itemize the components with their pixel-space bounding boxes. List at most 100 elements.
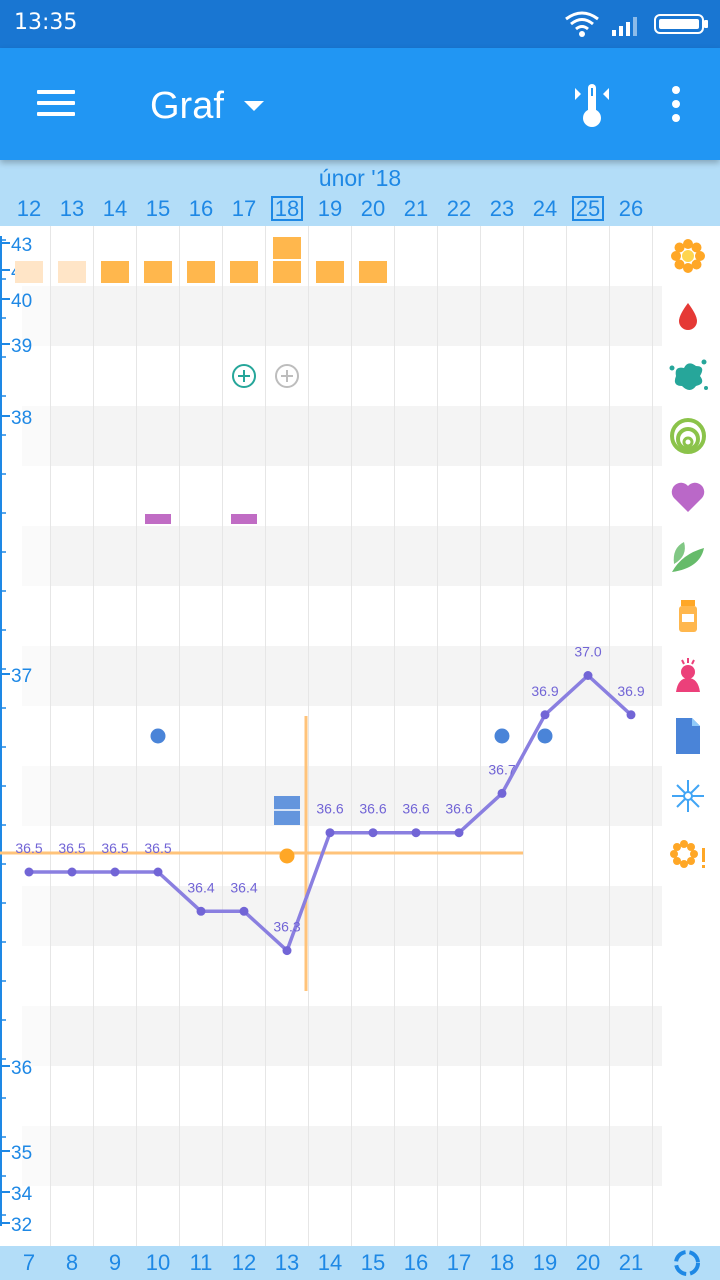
cycle-day-label[interactable]: 8 <box>56 1250 88 1276</box>
y-tick-label: 40 <box>11 291 32 312</box>
flower-icon[interactable] <box>666 234 710 278</box>
period-square <box>273 261 301 283</box>
temperature-label: 36.5 <box>58 840 85 856</box>
temperature-point <box>497 788 507 798</box>
period-square <box>273 237 301 259</box>
cycle-day-label[interactable]: 14 <box>314 1250 346 1276</box>
y-tick-label: 37 <box>11 666 32 687</box>
y-tick-label: 39 <box>11 336 32 357</box>
leaf-icon[interactable] <box>666 534 710 578</box>
temperature-label: 36.7 <box>488 761 515 777</box>
period-square <box>15 261 43 283</box>
thermometer-icon[interactable] <box>566 78 618 130</box>
y-axis-backdrop <box>0 226 50 1246</box>
intercourse-bar <box>231 514 257 524</box>
view-selector[interactable]: Graf <box>150 78 264 134</box>
battery-icon <box>654 14 708 34</box>
top-day-label[interactable]: 23 <box>486 196 518 222</box>
top-day-label[interactable]: 25 <box>572 196 604 221</box>
top-day-label[interactable]: 12 <box>13 196 45 222</box>
period-square <box>144 261 172 283</box>
cycle-day-label[interactable]: 13 <box>271 1250 303 1276</box>
temperature-point <box>540 710 550 720</box>
overflow-menu-icon[interactable] <box>656 78 696 130</box>
y-tick-label: 36 <box>11 1058 32 1079</box>
drop-icon[interactable] <box>666 295 710 339</box>
temperature-point <box>583 671 593 680</box>
temperature-point <box>454 828 464 838</box>
cycle-chart[interactable]: 4341403938373635343236.536.536.536.536.4… <box>0 226 720 1246</box>
cycle-day-label[interactable]: 21 <box>615 1250 647 1276</box>
cycle-day-label[interactable]: 18 <box>486 1250 518 1276</box>
sparkle-icon[interactable] <box>666 774 710 818</box>
status-bar: 13:35 <box>0 0 720 48</box>
temperature-label: 36.3 <box>273 919 300 935</box>
temperature-point <box>110 867 120 877</box>
mucus-dot <box>537 728 553 744</box>
temperature-point <box>239 906 249 916</box>
temperature-point <box>67 867 77 877</box>
top-day-label[interactable]: 17 <box>228 196 260 222</box>
intercourse-bar <box>145 514 171 524</box>
app-bar: Graf <box>0 48 720 160</box>
cycle-day-label[interactable]: 7 <box>13 1250 45 1276</box>
top-day-label[interactable]: 26 <box>615 196 647 222</box>
ovulation-dot <box>279 848 295 864</box>
cycle-day-label[interactable]: 15 <box>357 1250 389 1276</box>
temperature-label: 36.4 <box>230 879 257 895</box>
cycle-day-label[interactable]: 16 <box>400 1250 432 1276</box>
temperature-label: 37.0 <box>574 644 601 660</box>
app-title: Graf <box>150 84 224 127</box>
rings-icon[interactable] <box>666 414 710 458</box>
period-square <box>230 261 258 283</box>
cycle-day-label[interactable]: 17 <box>443 1250 475 1276</box>
heart-icon[interactable] <box>666 474 710 518</box>
signal-icon <box>612 17 637 36</box>
splash-icon[interactable] <box>666 354 710 398</box>
temperature-point <box>282 946 292 956</box>
status-time: 13:35 <box>14 10 78 35</box>
top-day-label[interactable]: 15 <box>142 196 174 222</box>
temperature-point <box>368 828 378 838</box>
person-icon[interactable] <box>666 654 710 698</box>
sync-icon[interactable] <box>664 1246 710 1280</box>
temperature-label: 36.6 <box>359 801 386 817</box>
period-square <box>187 261 215 283</box>
grid-lines <box>50 226 653 1246</box>
top-day-label[interactable]: 16 <box>185 196 217 222</box>
menu-button[interactable] <box>24 76 88 132</box>
top-day-label[interactable]: 19 <box>314 196 346 222</box>
top-day-label[interactable]: 13 <box>56 196 88 222</box>
y-tick-label: 38 <box>11 408 32 429</box>
temperature-point <box>24 867 34 877</box>
document-icon[interactable] <box>666 714 710 758</box>
cycle-day-label[interactable]: 11 <box>185 1250 217 1276</box>
temperature-point <box>153 867 163 877</box>
cycle-day-label[interactable]: 19 <box>529 1250 561 1276</box>
top-day-label[interactable]: 14 <box>99 196 131 222</box>
period-square <box>58 261 86 283</box>
temperature-point <box>411 828 421 838</box>
plus-circle-icon <box>232 364 256 388</box>
flower-alert-icon[interactable] <box>666 834 710 878</box>
note-marker <box>274 796 300 825</box>
cycle-day-label[interactable]: 20 <box>572 1250 604 1276</box>
cycle-day-label[interactable]: 9 <box>99 1250 131 1276</box>
temperature-label: 36.5 <box>101 840 128 856</box>
cycle-day-label[interactable]: 12 <box>228 1250 260 1276</box>
temperature-label: 36.6 <box>445 801 472 817</box>
top-day-label[interactable]: 20 <box>357 196 389 222</box>
top-day-label[interactable]: 22 <box>443 196 475 222</box>
period-square <box>101 261 129 283</box>
temperature-point <box>325 828 335 838</box>
top-day-label[interactable]: 24 <box>529 196 561 222</box>
temperature-label: 36.4 <box>187 879 214 895</box>
temperature-label: 36.9 <box>617 683 644 699</box>
mucus-dot <box>494 728 510 744</box>
pill-bottle-icon[interactable] <box>666 594 710 638</box>
temperature-point <box>626 710 636 720</box>
cycle-day-label[interactable]: 10 <box>142 1250 174 1276</box>
top-day-label[interactable]: 21 <box>400 196 432 222</box>
top-day-label[interactable]: 18 <box>271 196 303 221</box>
period-square <box>359 261 387 283</box>
